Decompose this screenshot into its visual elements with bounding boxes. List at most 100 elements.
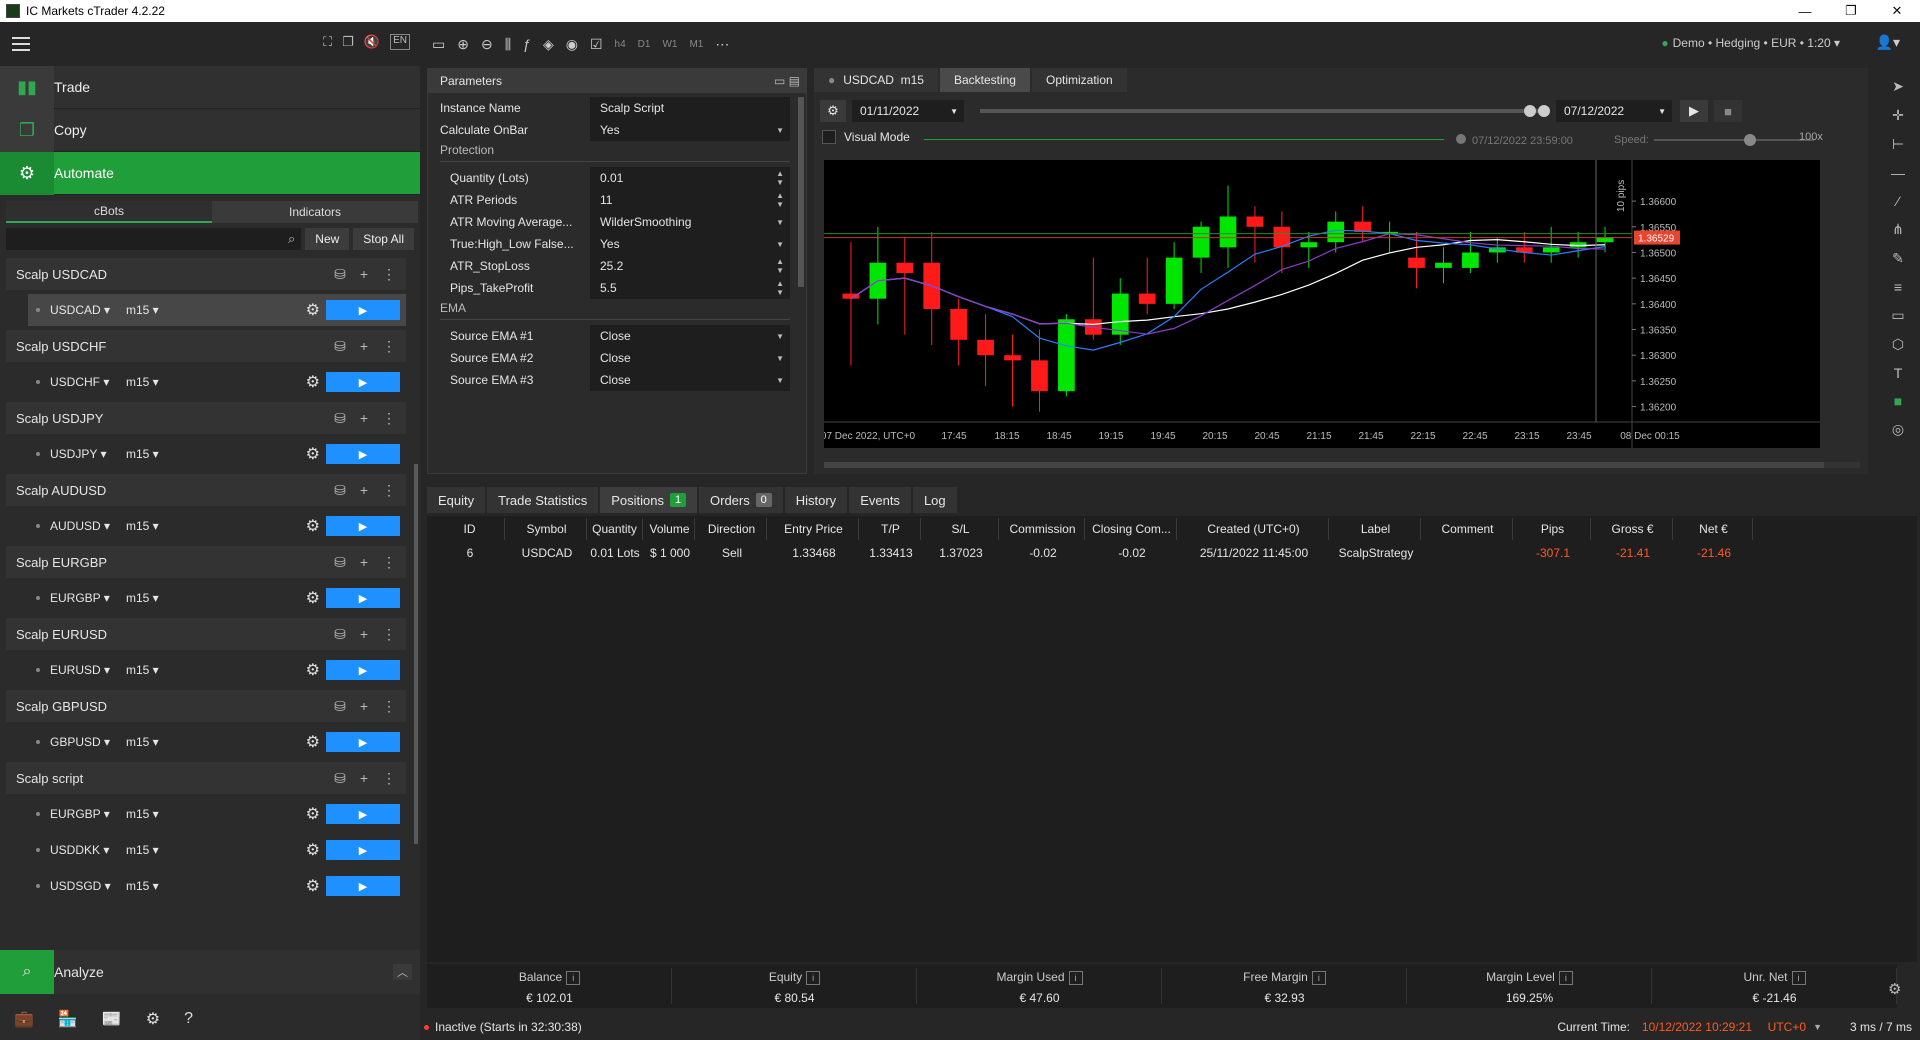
start-instance-button[interactable]: ▶ bbox=[326, 372, 400, 392]
start-instance-button[interactable]: ▶ bbox=[326, 840, 400, 860]
column-header[interactable]: Symbol bbox=[507, 518, 587, 540]
cbot-group[interactable]: Scalp USDCAD ⛁ + ⋮ bbox=[6, 258, 406, 290]
timeframe-m1[interactable]: M1 bbox=[689, 39, 703, 50]
instance-settings-icon[interactable]: ⚙ bbox=[306, 300, 320, 320]
column-header[interactable]: Volume bbox=[645, 518, 695, 540]
instance-symbol[interactable]: USDSGD bbox=[50, 879, 101, 893]
more-options-icon[interactable]: ⋮ bbox=[382, 770, 396, 787]
info-icon[interactable]: i bbox=[1068, 971, 1083, 985]
more-options-icon[interactable]: ⋮ bbox=[382, 266, 396, 283]
chart-settings-icon[interactable]: ☑ bbox=[590, 36, 603, 53]
visual-mode-toggle[interactable]: Visual Mode bbox=[822, 130, 910, 144]
chart-horizontal-scrollbar[interactable] bbox=[824, 462, 1860, 468]
cbot-group[interactable]: Scalp AUDUSD ⛁ + ⋮ bbox=[6, 474, 406, 506]
eye-icon[interactable]: ◉ bbox=[566, 36, 578, 53]
backtest-icon[interactable]: ⛁ bbox=[334, 554, 346, 571]
add-instance-icon[interactable]: + bbox=[360, 698, 368, 715]
column-header[interactable]: S/L bbox=[923, 518, 999, 540]
more-options-icon[interactable]: ⋮ bbox=[382, 338, 396, 355]
cbot-group[interactable]: Scalp USDCHF ⛁ + ⋮ bbox=[6, 330, 406, 362]
cbot-instance[interactable]: USDJPY ▾ m15 ▾ ⚙ ▶ bbox=[28, 438, 406, 470]
instance-timeframe[interactable]: m15 bbox=[126, 879, 149, 893]
cbot-instance[interactable]: EURUSD ▾ m15 ▾ ⚙ ▶ bbox=[28, 654, 406, 686]
more-options-icon[interactable]: ⋮ bbox=[382, 410, 396, 427]
instance-symbol[interactable]: USDCAD bbox=[50, 303, 101, 317]
cbot-group[interactable]: Scalp EURUSD ⛁ + ⋮ bbox=[6, 618, 406, 650]
parameter-value-field[interactable]: WilderSmoothing ▼ bbox=[590, 211, 790, 233]
cbot-group[interactable]: Scalp EURGBP ⛁ + ⋮ bbox=[6, 546, 406, 578]
pitchfork-icon[interactable]: ⋔ bbox=[1892, 221, 1904, 238]
column-header[interactable]: Commission bbox=[1001, 518, 1085, 540]
more-options-icon[interactable]: ⋮ bbox=[382, 482, 396, 499]
price-chart[interactable]: 1.36600 1.36550 1.36500 1.36450 1.36400 1.363… bbox=[824, 160, 1820, 448]
start-instance-button[interactable]: ▶ bbox=[326, 300, 400, 320]
instance-timeframe[interactable]: m15 bbox=[126, 375, 149, 389]
info-icon[interactable]: i bbox=[1791, 971, 1806, 985]
date-range-slider[interactable] bbox=[980, 105, 1550, 117]
instance-timeframe[interactable]: m15 bbox=[126, 591, 149, 605]
backtest-icon[interactable]: ⛁ bbox=[334, 410, 346, 427]
start-instance-button[interactable]: ▶ bbox=[326, 732, 400, 752]
tab-events[interactable]: Events bbox=[849, 487, 911, 513]
timezone-dropdown-icon[interactable]: ▼ bbox=[1813, 1022, 1822, 1032]
instance-symbol[interactable]: USDCHF bbox=[50, 375, 100, 389]
slider-handle[interactable] bbox=[1524, 105, 1536, 117]
cbot-instance[interactable]: USDDKK ▾ m15 ▾ ⚙ ▶ bbox=[28, 834, 406, 866]
horizontal-line-icon[interactable]: — bbox=[1891, 165, 1905, 181]
column-header[interactable]: Label bbox=[1331, 518, 1421, 540]
nav-analyze[interactable]: ⌕ Analyze ︿ bbox=[0, 950, 420, 994]
more-icon[interactable]: ⋯ bbox=[715, 36, 729, 53]
tab-indicators[interactable]: Indicators bbox=[212, 201, 418, 223]
tab-orders[interactable]: Orders 0 bbox=[699, 487, 783, 513]
cbot-instance[interactable]: USDCAD ▾ m15 ▾ ⚙ ▶ bbox=[28, 294, 406, 326]
timeframe-h4[interactable]: h4 bbox=[615, 39, 626, 50]
cbot-group[interactable]: Scalp script ⛁ + ⋮ bbox=[6, 762, 406, 794]
stop-backtest-button[interactable]: ■ bbox=[1714, 100, 1742, 122]
more-options-icon[interactable]: ⋮ bbox=[382, 698, 396, 715]
instance-settings-icon[interactable]: ⚙ bbox=[306, 444, 320, 464]
column-header[interactable]: Pips bbox=[1515, 518, 1591, 540]
table-row[interactable]: 6 USDCAD 0.01 Lots $ 1 000 Sell 1.33468 1.3341… bbox=[427, 542, 1897, 564]
color-icon[interactable]: ■ bbox=[1894, 393, 1902, 409]
instance-symbol[interactable]: EURGBP bbox=[50, 807, 100, 821]
column-header[interactable]: ID bbox=[435, 518, 505, 540]
crosshair-icon[interactable]: ✛ bbox=[1892, 107, 1904, 124]
info-icon[interactable]: i bbox=[1558, 971, 1573, 985]
start-date-field[interactable]: 01/11/2022 ▼ bbox=[852, 100, 964, 122]
info-icon[interactable]: i bbox=[566, 971, 581, 985]
zoom-out-icon[interactable]: ⊖ bbox=[481, 36, 493, 53]
column-header[interactable]: Direction bbox=[697, 518, 767, 540]
speed-slider[interactable] bbox=[1654, 134, 1814, 146]
backtest-icon[interactable]: ⛁ bbox=[334, 626, 346, 643]
tab-log[interactable]: Log bbox=[912, 487, 957, 513]
instance-symbol[interactable]: AUDUSD bbox=[50, 519, 101, 533]
camera-icon[interactable]: ◎ bbox=[1892, 421, 1904, 438]
info-icon[interactable]: i bbox=[1311, 971, 1326, 985]
instance-settings-icon[interactable]: ⚙ bbox=[306, 876, 320, 896]
nav-automate[interactable]: ⚙ Automate bbox=[0, 151, 420, 195]
add-instance-icon[interactable]: + bbox=[360, 482, 368, 499]
instance-settings-icon[interactable]: ⚙ bbox=[306, 732, 320, 752]
parameter-value-field[interactable]: Yes ▼ bbox=[590, 233, 790, 255]
parameter-value-field[interactable]: Yes ▼ bbox=[590, 119, 790, 141]
instance-settings-icon[interactable]: ⚙ bbox=[306, 804, 320, 824]
instance-symbol[interactable]: GBPUSD bbox=[50, 735, 101, 749]
trend-line-icon[interactable]: ⁄ bbox=[1897, 193, 1899, 209]
instance-settings-icon[interactable]: ⚙ bbox=[306, 516, 320, 536]
stop-all-button[interactable]: Stop All bbox=[353, 228, 414, 250]
instance-timeframe[interactable]: m15 bbox=[126, 663, 149, 677]
add-instance-icon[interactable]: + bbox=[360, 338, 368, 355]
zoom-in-icon[interactable]: ⊕ bbox=[457, 36, 469, 53]
parameter-value-field[interactable]: Scalp Script bbox=[590, 97, 790, 119]
minimize-icon[interactable]: — bbox=[1782, 0, 1828, 22]
column-header[interactable]: T/P bbox=[861, 518, 921, 540]
add-instance-icon[interactable]: + bbox=[360, 266, 368, 283]
play-backtest-button[interactable]: ▶ bbox=[1680, 100, 1708, 122]
add-instance-icon[interactable]: + bbox=[360, 554, 368, 571]
brush-icon[interactable]: ✎ bbox=[1892, 250, 1904, 267]
instance-timeframe[interactable]: m15 bbox=[126, 303, 149, 317]
new-cbot-button[interactable]: New bbox=[305, 228, 350, 250]
add-instance-icon[interactable]: + bbox=[360, 410, 368, 427]
backtest-icon[interactable]: ⛁ bbox=[334, 770, 346, 787]
tab-optimization[interactable]: Optimization bbox=[1031, 68, 1127, 92]
